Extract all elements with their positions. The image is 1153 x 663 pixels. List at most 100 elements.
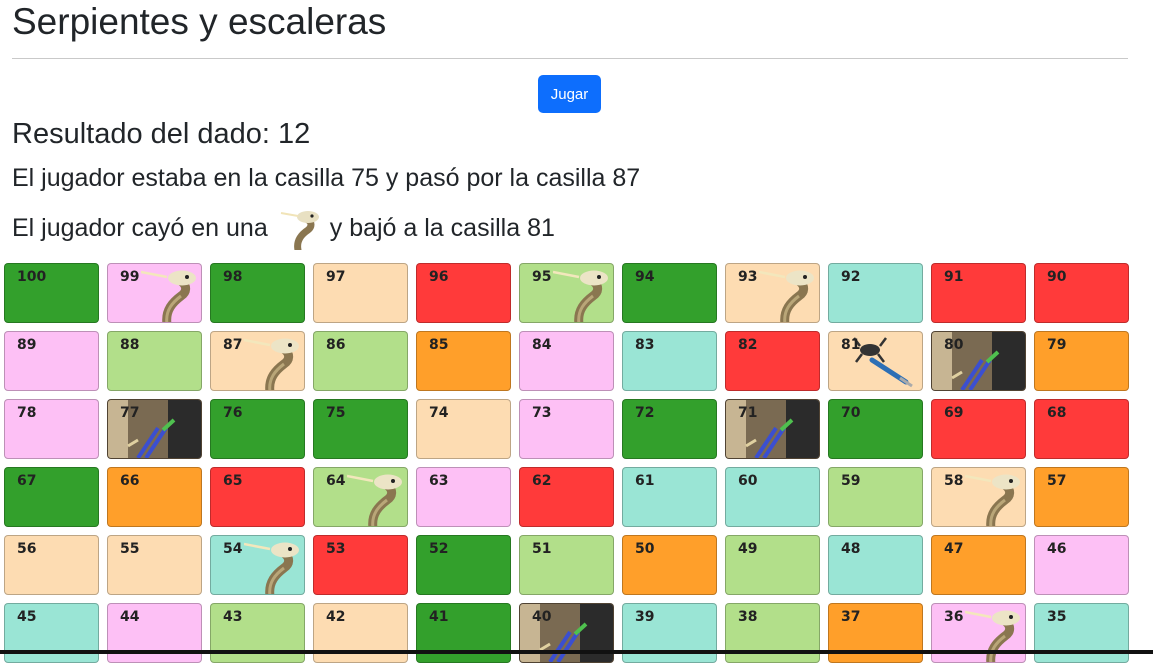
cell-number: 48: [841, 541, 861, 557]
cell-number: 46: [1047, 541, 1067, 557]
board-cell-87: 87: [210, 331, 305, 391]
cell-number: 52: [429, 541, 449, 557]
board-cell-95: 95: [519, 263, 614, 323]
cell-number: 80: [944, 337, 964, 353]
board-cell-74: 74: [416, 399, 511, 459]
cell-number: 58: [944, 473, 964, 489]
board-cell-44: 44: [107, 603, 202, 663]
cell-number: 78: [17, 405, 37, 421]
board-cell-66: 66: [107, 467, 202, 527]
landing-message: El jugador cayó en una y bajó a la casil…: [12, 206, 555, 250]
cell-number: 88: [120, 337, 140, 353]
board-cell-81: 81: [828, 331, 923, 391]
cell-number: 61: [635, 473, 655, 489]
board-cell-38: 38: [725, 603, 820, 663]
cell-number: 71: [738, 405, 758, 421]
cell-number: 35: [1047, 609, 1067, 625]
board-cell-77: 77: [107, 399, 202, 459]
cell-number: 53: [326, 541, 346, 557]
snake-icon: [965, 474, 1020, 526]
board-cell-76: 76: [210, 399, 305, 459]
cell-number: 63: [429, 473, 449, 489]
board-cell-88: 88: [107, 331, 202, 391]
board-cell-65: 65: [210, 467, 305, 527]
snake-icon: [280, 211, 319, 250]
board-cell-59: 59: [828, 467, 923, 527]
board-cell-50: 50: [622, 535, 717, 595]
cell-number: 98: [223, 269, 243, 285]
board-cell-98: 98: [210, 263, 305, 323]
cell-number: 43: [223, 609, 243, 625]
dice-result: Resultado del dado: 12: [12, 118, 311, 150]
snake-icon: [759, 270, 814, 322]
cell-number: 97: [326, 269, 346, 285]
board-cell-36: 36: [931, 603, 1026, 663]
board-cell-68: 68: [1034, 399, 1129, 459]
board-cell-80: 80: [931, 331, 1026, 391]
board-cell-56: 56: [4, 535, 99, 595]
cell-number: 67: [17, 473, 37, 489]
cell-number: 86: [326, 337, 346, 353]
cell-number: 56: [17, 541, 37, 557]
cell-number: 57: [1047, 473, 1067, 489]
board-cell-100: 100: [4, 263, 99, 323]
board-cell-70: 70: [828, 399, 923, 459]
cell-number: 55: [120, 541, 140, 557]
divider: [12, 58, 1128, 59]
cell-number: 62: [532, 473, 552, 489]
board-cell-42: 42: [313, 603, 408, 663]
cell-number: 66: [120, 473, 140, 489]
cell-number: 76: [223, 405, 243, 421]
cell-number: 39: [635, 609, 655, 625]
cell-number: 93: [738, 269, 758, 285]
board-cell-64: 64: [313, 467, 408, 527]
board-cell-61: 61: [622, 467, 717, 527]
cell-number: 82: [738, 337, 758, 353]
cell-number: 38: [738, 609, 758, 625]
board-cell-58: 58: [931, 467, 1026, 527]
cell-number: 50: [635, 541, 655, 557]
cell-number: 79: [1047, 337, 1067, 353]
board-cell-89: 89: [4, 331, 99, 391]
board-cell-96: 96: [416, 263, 511, 323]
cell-number: 41: [429, 609, 449, 625]
cell-number: 91: [944, 269, 964, 285]
board-cell-71: 71: [725, 399, 820, 459]
cell-number: 69: [944, 405, 964, 421]
snake-icon: [244, 542, 299, 594]
board-cell-90: 90: [1034, 263, 1129, 323]
board-cell-52: 52: [416, 535, 511, 595]
play-button[interactable]: Jugar: [538, 75, 601, 113]
board-cell-73: 73: [519, 399, 614, 459]
board-cell-35: 35: [1034, 603, 1129, 663]
cell-number: 45: [17, 609, 37, 625]
cell-number: 89: [17, 337, 37, 353]
cell-number: 87: [223, 337, 243, 353]
cell-number: 81: [841, 337, 861, 353]
cell-number: 94: [635, 269, 655, 285]
board-cell-46: 46: [1034, 535, 1129, 595]
board-cell-84: 84: [519, 331, 614, 391]
cell-number: 37: [841, 609, 861, 625]
cell-number: 100: [17, 269, 47, 285]
board-cell-53: 53: [313, 535, 408, 595]
board-cell-57: 57: [1034, 467, 1129, 527]
page-title: Serpientes y escaleras: [12, 1, 387, 42]
board-cell-63: 63: [416, 467, 511, 527]
board-cell-75: 75: [313, 399, 408, 459]
cell-number: 64: [326, 473, 346, 489]
board-cell-41: 41: [416, 603, 511, 663]
board-cell-99: 99: [107, 263, 202, 323]
board-cell-39: 39: [622, 603, 717, 663]
board-cell-97: 97: [313, 263, 408, 323]
cell-number: 68: [1047, 405, 1067, 421]
board-cell-79: 79: [1034, 331, 1129, 391]
board-cell-49: 49: [725, 535, 820, 595]
cell-number: 42: [326, 609, 346, 625]
board-cell-48: 48: [828, 535, 923, 595]
board-cell-91: 91: [931, 263, 1026, 323]
board-cell-45: 45: [4, 603, 99, 663]
cell-number: 90: [1047, 269, 1067, 285]
cell-number: 59: [841, 473, 861, 489]
board-cell-51: 51: [519, 535, 614, 595]
